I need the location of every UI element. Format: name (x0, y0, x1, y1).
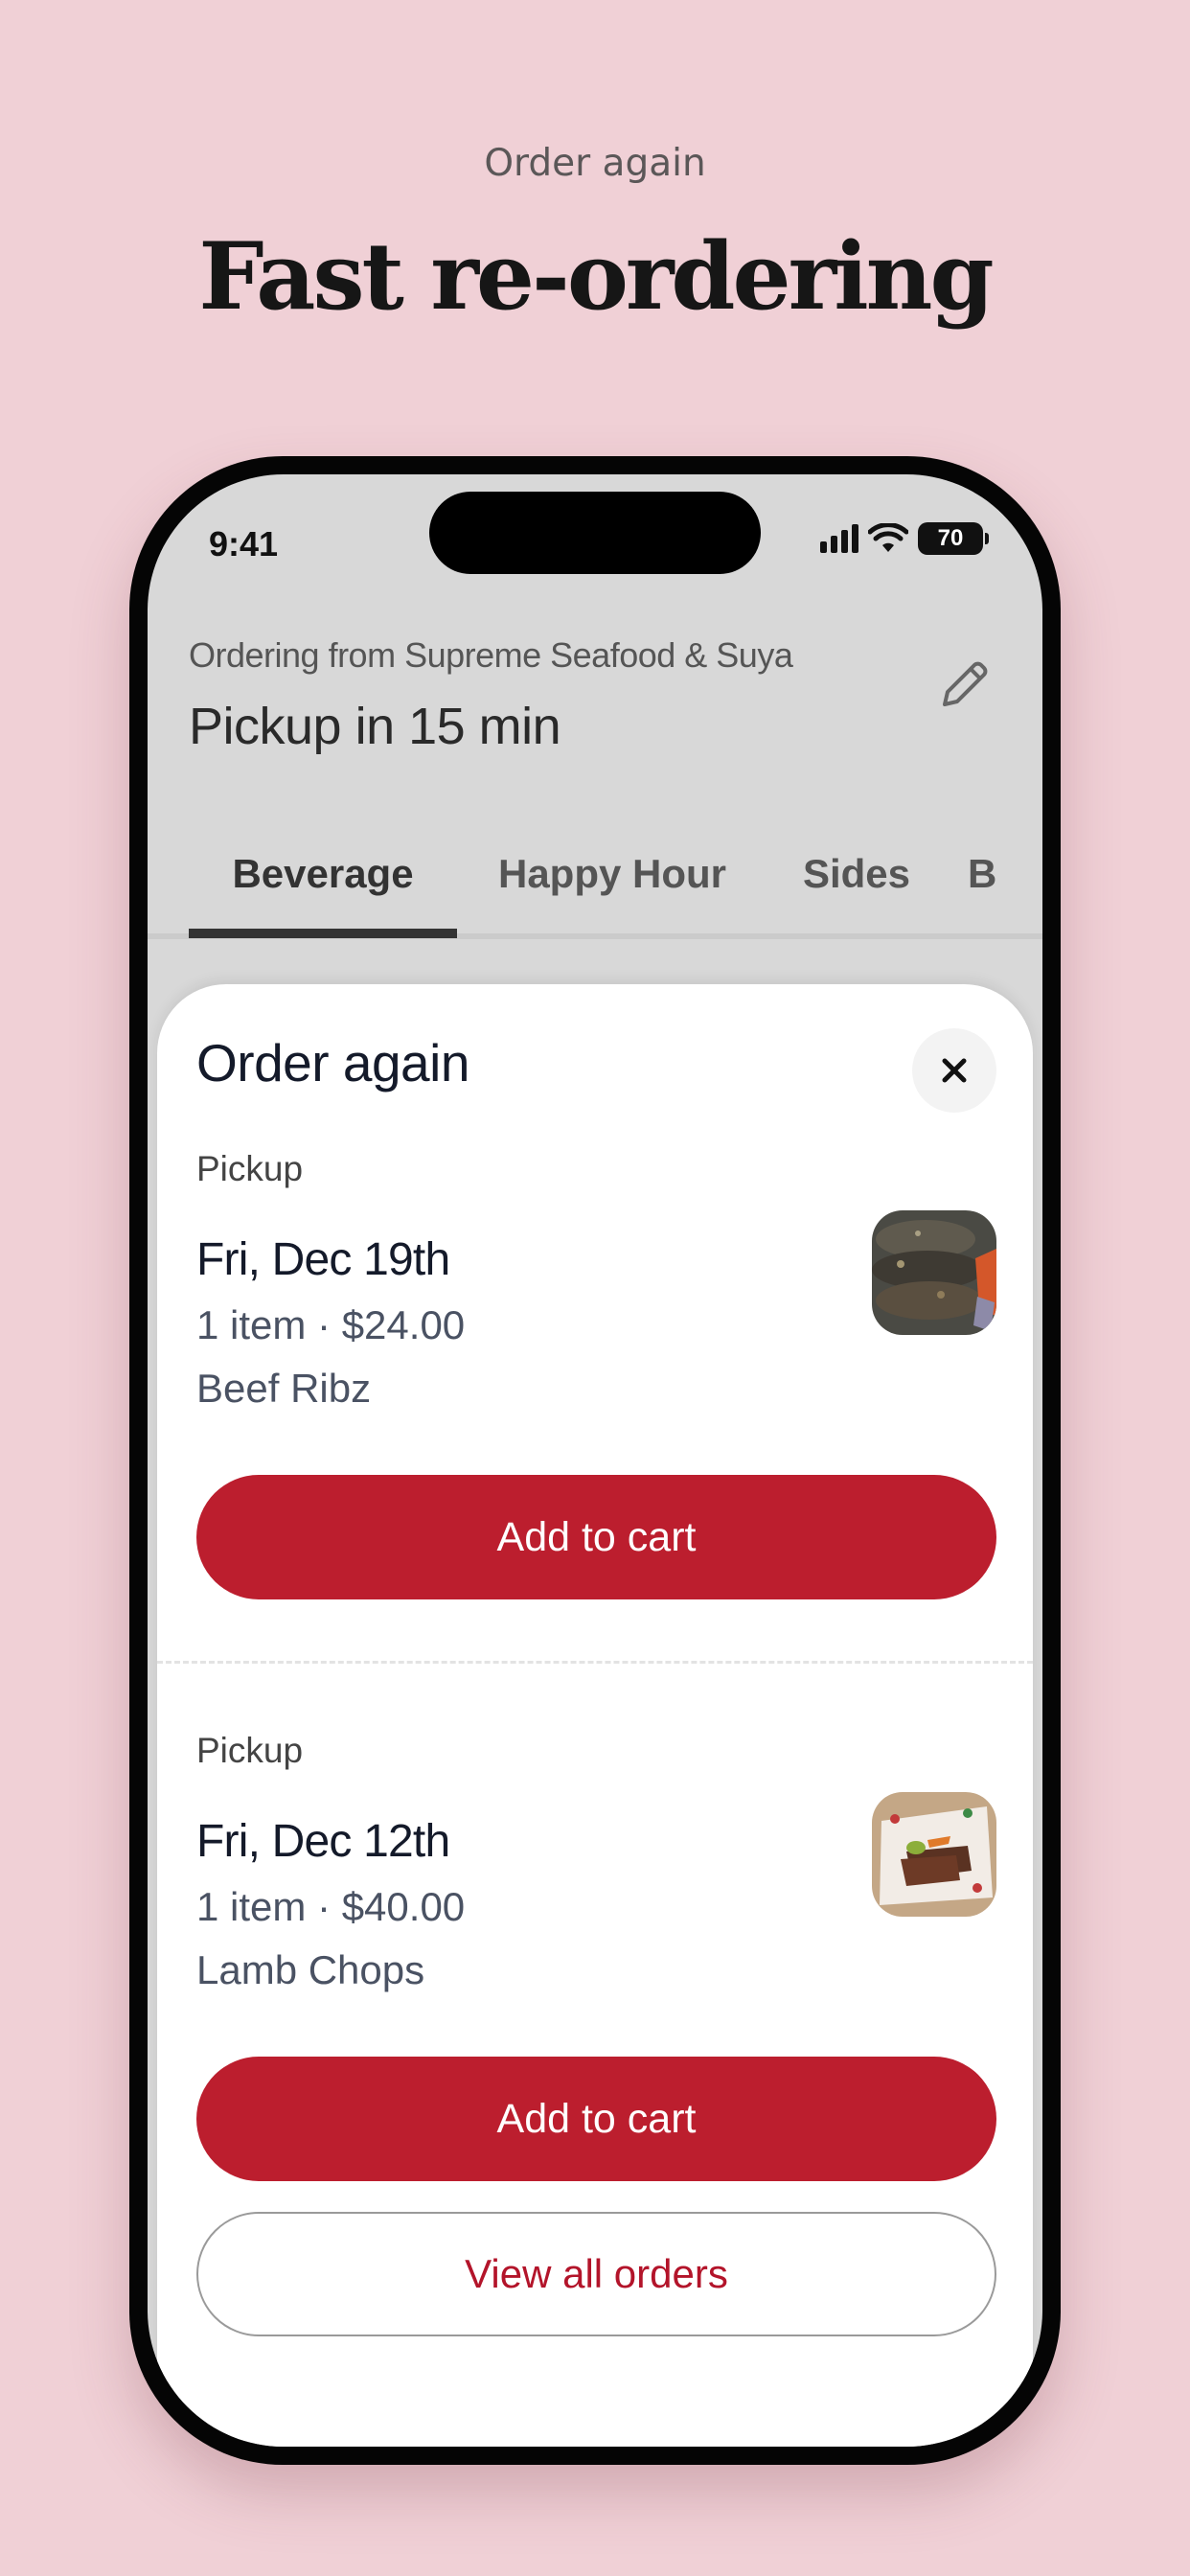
signal-icon (820, 524, 858, 553)
order-mode: Pickup (196, 1731, 304, 1770)
order-card: Pickup Fri, Dec 19th 1 item · $24.00 Bee… (196, 1149, 996, 1609)
order-card: Pickup Fri, Dec 12th 1 item · $40.00 Lam… (196, 1731, 996, 2191)
lamb-chops-photo (872, 1792, 996, 1917)
tab-happy-hour[interactable]: Happy Hour (483, 815, 742, 933)
order-summary: 1 item · $40.00 (196, 1884, 466, 1929)
add-to-cart-button[interactable]: Add to cart (196, 2057, 996, 2181)
ordering-from-label: Ordering from Supreme Seafood & Suya (189, 635, 793, 675)
order-item-name: Beef Ribz (196, 1366, 372, 1411)
tab-sides[interactable]: Sides (780, 815, 933, 933)
dynamic-island (429, 492, 761, 574)
order-again-sheet: Order again Pickup Fri, Dec 19th 1 item … (157, 984, 1033, 2447)
add-to-cart-button[interactable]: Add to cart (196, 1475, 996, 1599)
close-button[interactable] (912, 1028, 996, 1113)
tab-more[interactable]: B (968, 815, 1025, 933)
beef-ribz-photo (872, 1210, 996, 1335)
order-mode: Pickup (196, 1149, 304, 1188)
order-summary: 1 item · $24.00 (196, 1302, 466, 1347)
order-date: Fri, Dec 19th (196, 1234, 450, 1285)
order-item-name: Lamb Chops (196, 1947, 425, 1992)
battery-icon: 70 (918, 522, 989, 555)
promo-headline: Fast re-ordering (198, 222, 994, 331)
phone-frame: 9:41 70 Ordering from Supreme Seafood & … (129, 456, 1061, 2465)
promo-eyebrow: Order again (484, 142, 706, 185)
active-tab-indicator (189, 929, 457, 938)
order-date: Fri, Dec 12th (196, 1816, 450, 1867)
pickup-time-title: Pickup in 15 min (189, 698, 561, 755)
wifi-icon (868, 523, 908, 552)
sheet-title: Order again (196, 1033, 469, 1092)
status-time: 9:41 (209, 524, 279, 564)
tab-beverage[interactable]: Beverage (189, 815, 457, 933)
order-divider (157, 1661, 1033, 1664)
category-tabs: Beverage Happy Hour Sides B (148, 815, 1042, 939)
view-all-orders-button[interactable]: View all orders (196, 2212, 996, 2336)
phone-screen: 9:41 70 Ordering from Supreme Seafood & … (148, 474, 1042, 2447)
status-icons: 70 (820, 522, 989, 555)
pencil-icon[interactable] (933, 655, 995, 716)
close-icon (942, 1058, 967, 1083)
